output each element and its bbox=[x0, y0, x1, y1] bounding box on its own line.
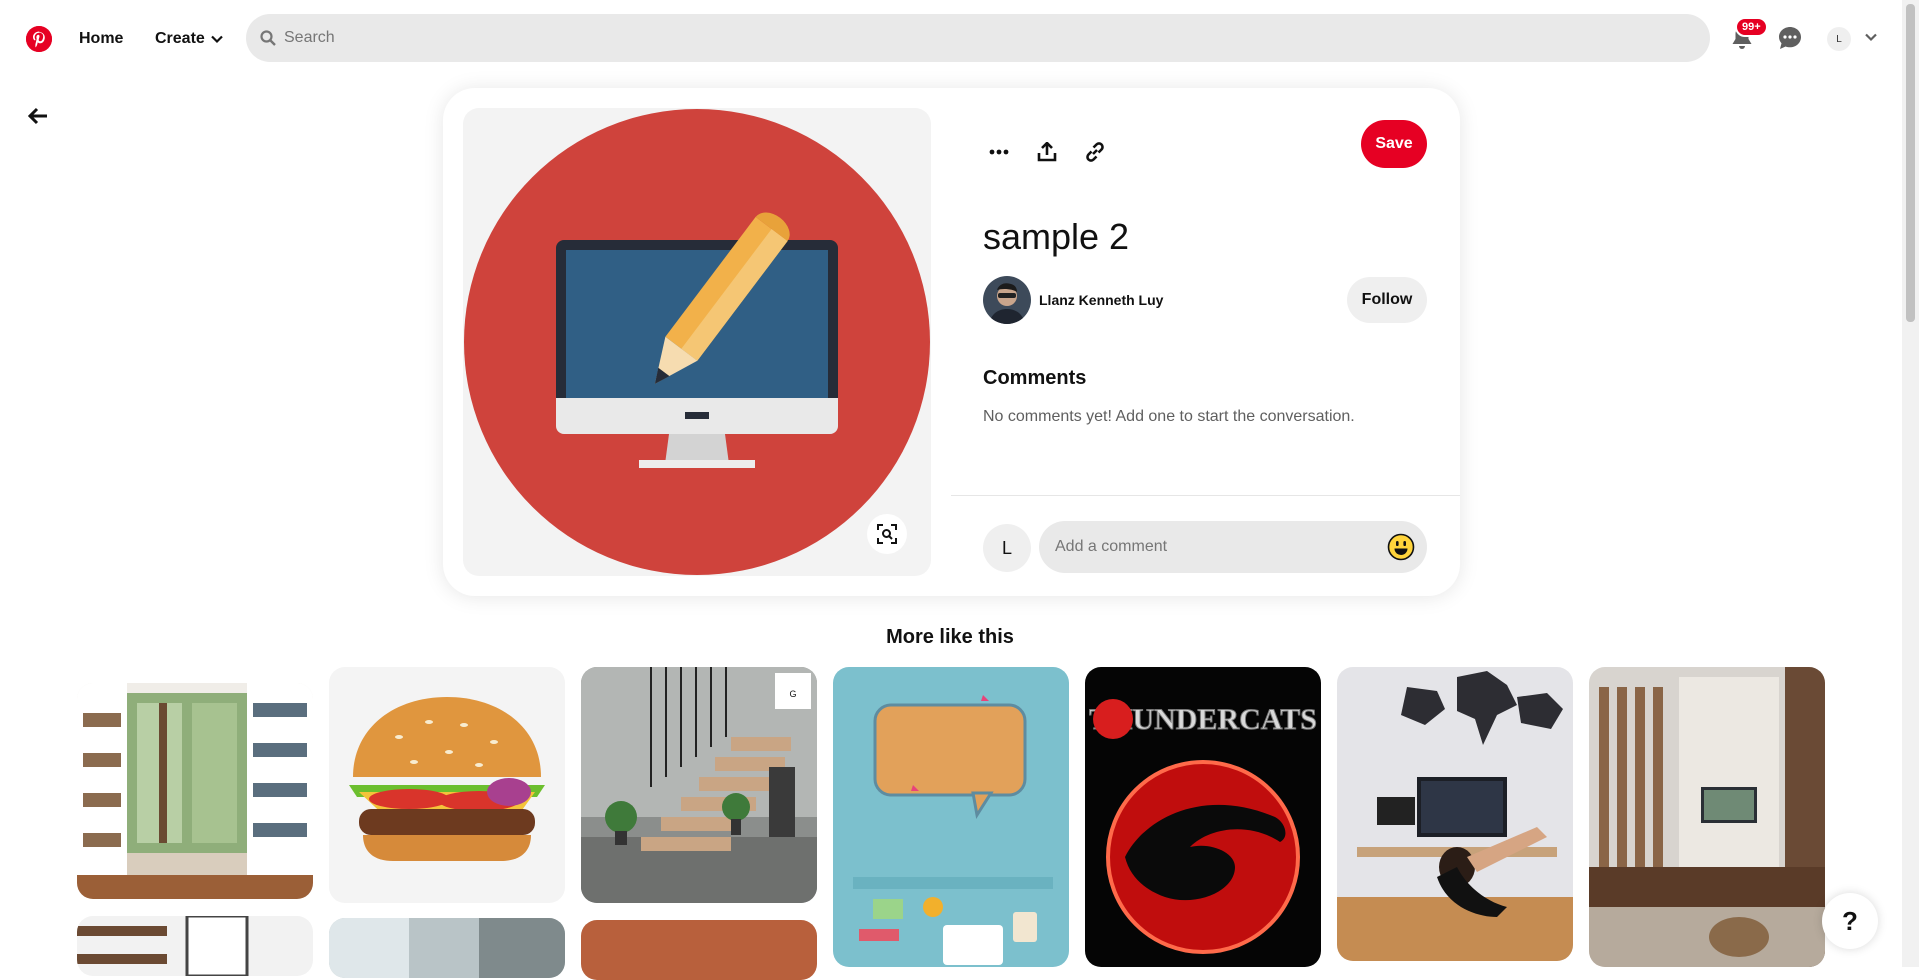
related-pin-staircase[interactable]: G bbox=[581, 667, 817, 903]
back-button[interactable] bbox=[22, 100, 54, 132]
link-icon bbox=[1086, 142, 1104, 162]
pin-title: sample 2 bbox=[983, 216, 1130, 257]
comments-empty-text: No comments yet! Add one to start the co… bbox=[983, 408, 1355, 425]
help-button[interactable]: ? bbox=[1822, 893, 1878, 949]
search-bar[interactable] bbox=[246, 14, 1710, 62]
related-pin-terracotta[interactable] bbox=[581, 920, 817, 980]
related-pin-burger[interactable] bbox=[329, 667, 565, 903]
emoji-icon[interactable] bbox=[1387, 533, 1415, 561]
notification-badge: 99+ bbox=[1735, 17, 1768, 37]
visual-search-icon bbox=[877, 524, 897, 544]
account-avatar[interactable]: L bbox=[1827, 27, 1851, 51]
page-scrollbar[interactable] bbox=[1902, 0, 1919, 967]
comment-box[interactable] bbox=[1039, 521, 1427, 573]
top-header: Home Create 99+ L bbox=[0, 0, 1900, 78]
share-icon bbox=[1037, 142, 1057, 162]
related-pin-reading-nook[interactable] bbox=[77, 683, 313, 899]
creator-info[interactable]: Llanz Kenneth Luy bbox=[983, 276, 1163, 324]
pinterest-logo-icon[interactable] bbox=[26, 26, 52, 52]
ellipsis-icon bbox=[989, 149, 1009, 155]
nav-home[interactable]: Home bbox=[79, 30, 123, 48]
visual-search-button[interactable] bbox=[867, 514, 907, 554]
more-options-button[interactable] bbox=[983, 136, 1015, 168]
follow-button[interactable]: Follow bbox=[1347, 277, 1427, 323]
search-icon bbox=[260, 30, 276, 46]
related-pin-speech-bubble[interactable] bbox=[833, 667, 1069, 967]
nav-create[interactable]: Create bbox=[155, 30, 223, 48]
related-pin-home-office[interactable] bbox=[1337, 667, 1573, 961]
related-pin-living-room[interactable] bbox=[1589, 667, 1825, 967]
related-pin-thundercats[interactable]: THUNDERCATS bbox=[1085, 667, 1321, 967]
search-input[interactable] bbox=[284, 29, 1684, 47]
chevron-down-icon bbox=[211, 35, 223, 44]
share-button[interactable] bbox=[1031, 136, 1063, 168]
creator-avatar[interactable] bbox=[983, 276, 1031, 324]
svg-text:G: G bbox=[789, 689, 796, 699]
comments-heading: Comments bbox=[983, 367, 1087, 389]
comment-user-avatar: L bbox=[983, 524, 1031, 572]
pin-closeup-card: Save sample 2 Llanz Kenneth Luy Follow C… bbox=[443, 88, 1460, 596]
divider bbox=[951, 495, 1460, 496]
accounts-chevron-icon[interactable] bbox=[1864, 30, 1878, 48]
nav-create-label: Create bbox=[155, 30, 205, 47]
related-pin-shelves[interactable] bbox=[77, 916, 313, 976]
arrow-left-icon bbox=[28, 107, 47, 125]
pin-image[interactable] bbox=[463, 108, 931, 576]
related-pin-concrete-interior[interactable] bbox=[329, 918, 565, 978]
copy-link-button[interactable] bbox=[1079, 136, 1111, 168]
scrollbar-thumb[interactable] bbox=[1906, 4, 1915, 322]
pin-actions bbox=[983, 128, 1111, 176]
creator-name[interactable]: Llanz Kenneth Luy bbox=[1039, 292, 1163, 308]
chat-bubble-icon bbox=[1779, 27, 1801, 49]
more-like-this-heading: More like this bbox=[886, 626, 1014, 648]
comment-input[interactable] bbox=[1055, 538, 1375, 556]
computer-pencil-illustration bbox=[464, 109, 930, 575]
messages-button[interactable] bbox=[1774, 22, 1806, 54]
save-button[interactable]: Save bbox=[1361, 120, 1427, 168]
